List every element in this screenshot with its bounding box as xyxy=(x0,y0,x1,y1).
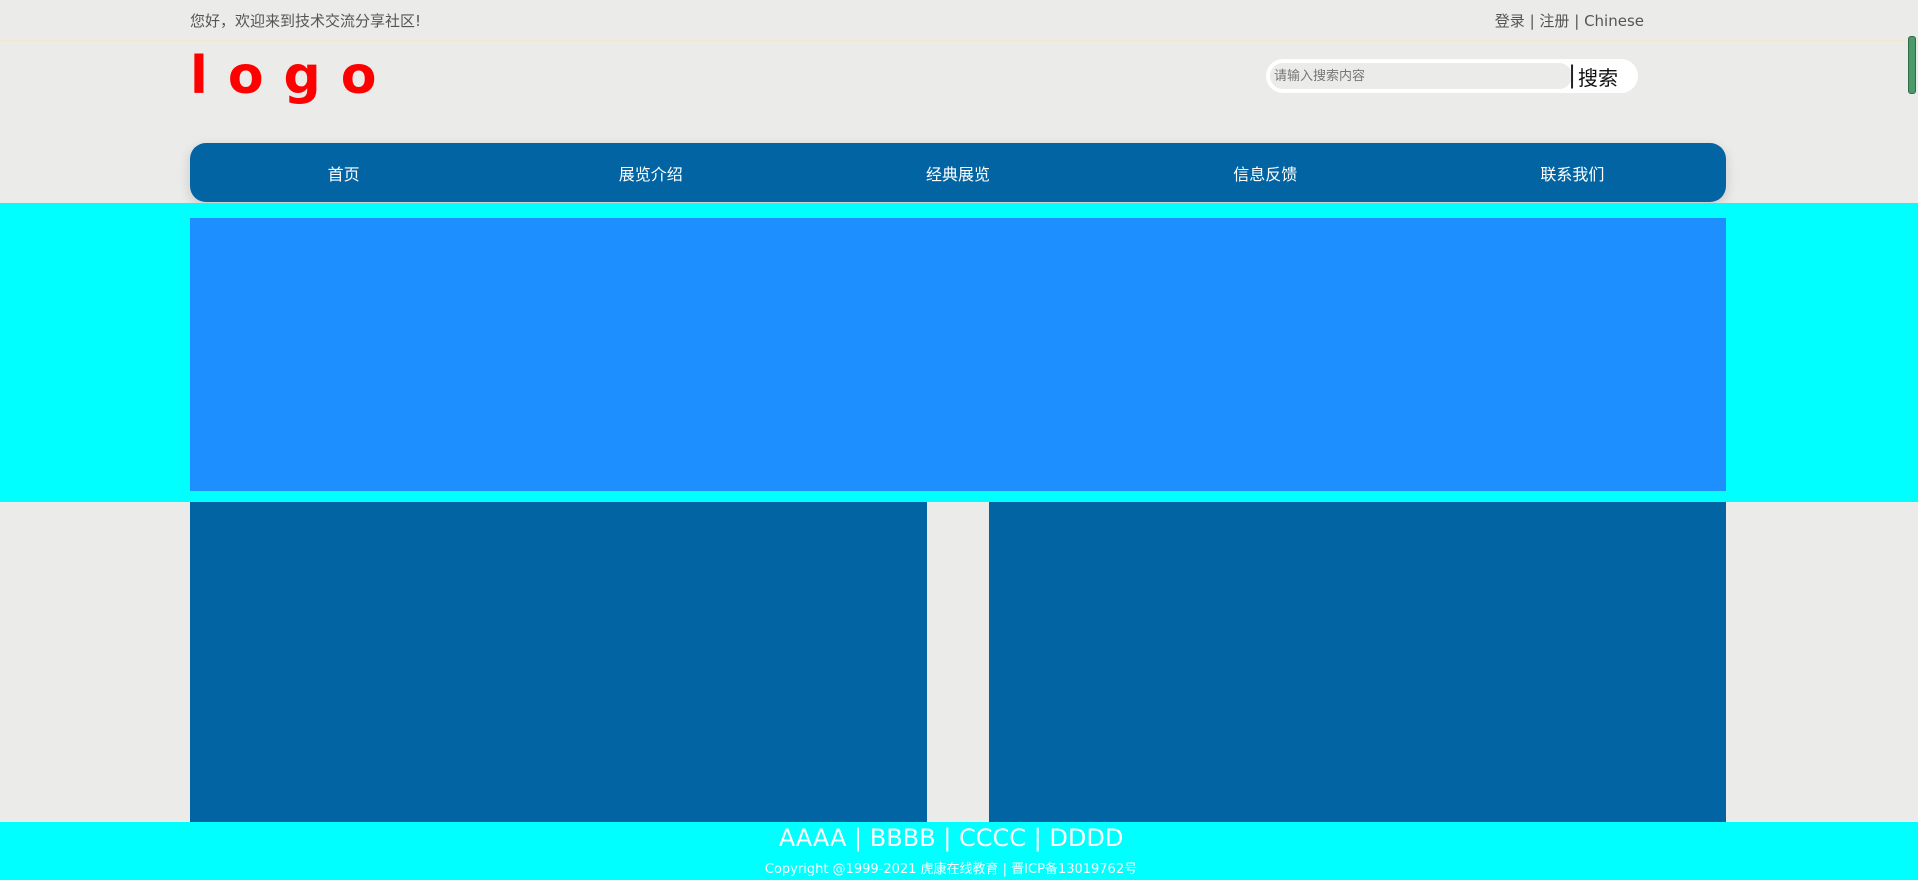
footer: AAAA | BBBB | CCCC | DDDD Copyright @199… xyxy=(0,822,1918,880)
account-links: 登录 | 注册 | Chinese xyxy=(1495,10,1644,31)
register-link[interactable]: 注册 xyxy=(1539,12,1569,30)
vertical-scrollbar[interactable] xyxy=(1908,0,1918,880)
footer-link-c[interactable]: CCCC xyxy=(959,824,1026,852)
footer-separator: | xyxy=(1033,824,1042,852)
footer-links: AAAA | BBBB | CCCC | DDDD xyxy=(0,824,1918,852)
search-separator: | xyxy=(1568,61,1577,89)
nav-item-contact[interactable]: 联系我们 xyxy=(1419,143,1726,202)
main-nav: 首页 展览介绍 经典展览 信息反馈 联系我们 xyxy=(190,143,1726,202)
search-button[interactable]: 搜索 xyxy=(1578,61,1618,91)
nav-item-home[interactable]: 首页 xyxy=(190,143,497,202)
nav-item-exhibition-intro[interactable]: 展览介绍 xyxy=(497,143,804,202)
content-panel-left xyxy=(190,502,927,822)
banner xyxy=(190,218,1726,491)
login-link[interactable]: 登录 xyxy=(1495,12,1525,30)
copyright-text: Copyright @1999-2021 虎康在线教育 | 晋ICP备13019… xyxy=(764,862,1138,877)
language-link[interactable]: Chinese xyxy=(1584,12,1644,30)
site-logo[interactable]: logo xyxy=(190,44,397,108)
footer-separator: | xyxy=(854,824,863,852)
footer-link-a[interactable]: AAAA xyxy=(779,824,847,852)
nav-item-classic-exhibitions[interactable]: 经典展览 xyxy=(804,143,1111,202)
nav-item-feedback[interactable]: 信息反馈 xyxy=(1112,143,1419,202)
footer-link-b[interactable]: BBBB xyxy=(870,824,936,852)
scrollbar-thumb[interactable] xyxy=(1908,36,1916,94)
top-bar: 您好，欢迎来到技术交流分享社区! 登录 | 注册 | Chinese xyxy=(0,0,1918,41)
separator: | xyxy=(1529,12,1535,30)
separator: | xyxy=(1574,12,1580,30)
footer-separator: | xyxy=(943,824,952,852)
search-input[interactable] xyxy=(1270,63,1572,89)
content-panel-right xyxy=(989,502,1726,822)
footer-link-d[interactable]: DDDD xyxy=(1049,824,1123,852)
welcome-text: 您好，欢迎来到技术交流分享社区! xyxy=(190,12,422,30)
